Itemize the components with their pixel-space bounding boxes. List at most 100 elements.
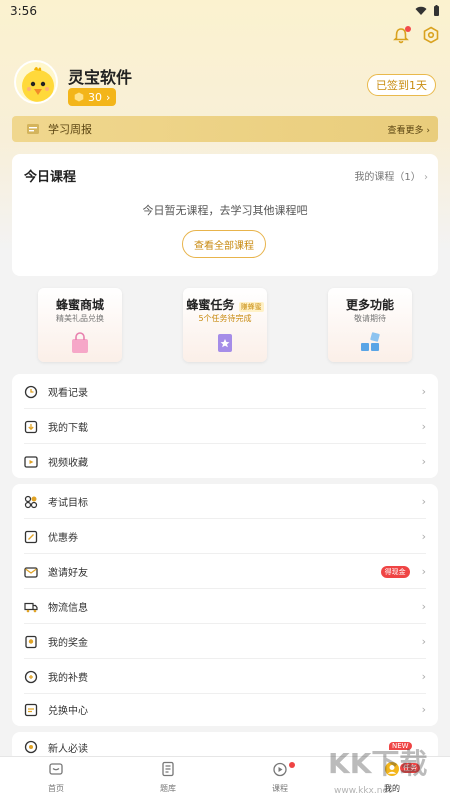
chevron-right-icon: › [424,172,428,183]
notification-dot [405,26,411,32]
menu-item-exchange-center[interactable]: 兑换中心 › [12,692,438,727]
exchange-icon [24,703,38,716]
menu-item-my-bonus[interactable]: 我的奖金 › [12,624,438,659]
chevron-right-icon: › [421,670,426,683]
points-value: 30 [88,90,102,104]
menu-item-label: 我的奖金 [48,638,88,649]
watermark-text: KK下载 [328,747,428,780]
weekly-report-more[interactable]: 查看更多 › [388,123,431,136]
chevron-right-icon: › [421,420,426,433]
chick-avatar-icon [22,67,54,102]
my-courses-link[interactable]: 我的课程（1） › [354,168,428,183]
task-card-icon [218,334,232,352]
home-icon [49,763,63,775]
menu-item-label: 我的补费 [48,673,88,684]
tile-title: 更多功能 [345,298,394,312]
menu-item-downloads[interactable]: 我的下载 › [12,409,438,444]
menu-group-2: 考试目标 › 优惠券 › 邀请好友 得现金 › 物流信息 › 我的奖金 › 我的… [12,484,438,726]
tab-question-bank[interactable]: 题库 [138,761,198,794]
chevron-right-icon: › [421,495,426,508]
checkin-button[interactable]: 已签到1天 [367,74,436,96]
bonus-icon [25,635,37,648]
menu-item-label: 优惠券 [48,533,78,544]
tile-subtitle: 5个任务待完成 [198,314,252,323]
blocks-icon [361,332,380,351]
tile-more-features[interactable]: 更多功能 敬请期待 [328,288,412,362]
tile-honey-task[interactable]: 蜂蜜任务 赚蜂蜜 5个任务待完成 [183,288,267,362]
weekly-report-banner[interactable]: 学习周报 查看更多 › [12,116,438,142]
my-courses-label: 我的课程（1） [354,172,421,183]
tile-title: 蜂蜜商城 [55,298,104,312]
history-icon [24,385,38,398]
course-empty-text: 今日暂无课程，去学习其他课程吧 [142,204,308,217]
status-icons [415,5,440,17]
menu-item-logistics[interactable]: 物流信息 › [12,589,438,624]
report-icon [27,124,39,134]
coupon-icon [24,530,38,543]
chevron-right-icon: › [421,530,426,543]
truck-icon [24,602,38,612]
menu-item-label: 物流信息 [48,603,88,614]
tile-subtitle: 敬请期待 [354,314,386,323]
points-chevron-icon: › [106,90,111,104]
avatar[interactable] [14,60,58,104]
invite-icon [24,566,38,578]
menu-group-1: 观看记录 › 我的下载 › 视频收藏 › [12,374,438,478]
weekly-more-label: 查看更多 [387,125,424,136]
notification-bell-icon[interactable] [392,26,411,44]
battery-icon [434,5,439,16]
user-name: 灵宝软件 [68,68,133,87]
watermark-url: www.kkx.net [334,786,392,796]
tile-title: 蜂蜜任务 赚蜂蜜 [183,296,267,313]
cash-badge: 得现金 [380,565,410,578]
menu-item-watch-history[interactable]: 观看记录 › [12,374,438,409]
tile-honey-mall[interactable]: 蜂蜜商城 精美礼品兑换 [38,288,122,362]
menu-item-label: 视频收藏 [48,458,88,469]
menu-item-label: 兑换中心 [48,706,88,717]
chevron-right-icon: › [421,703,426,716]
menu-item-label: 我的下载 [48,423,88,434]
top-actions [392,26,440,44]
tab-label: 题库 [160,784,176,793]
shopping-bag-icon [72,332,88,353]
course-icon [273,762,287,777]
wifi-icon [415,6,427,15]
earn-honey-tag: 赚蜂蜜 [238,302,264,312]
refund-icon [24,670,38,683]
settings-gear-icon[interactable] [422,26,440,44]
chevron-right-icon: › [421,600,426,613]
chevron-right-icon: › [421,385,426,398]
chevron-right-icon: › [421,635,426,648]
today-course-card: 今日课程 我的课程（1） › 今日暂无课程，去学习其他课程吧 查看全部课程 [12,154,438,276]
coin-icon [74,92,84,102]
chevron-right-icon: › [421,455,426,468]
question-bank-icon [162,761,174,777]
profile-section: 灵宝软件 30 › 已签到1天 [14,60,436,110]
menu-item-video-favorites[interactable]: 视频收藏 › [12,444,438,479]
points-badge[interactable]: 30 › [68,88,117,106]
target-icon [24,495,38,508]
view-all-courses-button[interactable]: 查看全部课程 [182,230,266,258]
video-favorite-icon [24,455,38,468]
menu-item-coupons[interactable]: 优惠券 › [12,519,438,554]
menu-item-my-refund[interactable]: 我的补费 › [12,659,438,694]
menu-item-invite-friends[interactable]: 邀请好友 得现金 › [12,554,438,589]
chevron-right-icon: › [421,565,426,578]
course-notification-dot [289,762,295,768]
tab-label: 课程 [272,784,288,793]
guide-icon [24,740,38,754]
tab-course[interactable]: 课程 [250,761,310,794]
tile-title-text: 蜂蜜任务 [186,298,235,312]
download-icon [24,420,38,433]
tab-label: 首页 [48,784,64,793]
weekly-report-label: 学习周报 [48,123,92,136]
tab-home[interactable]: 首页 [26,761,86,794]
menu-item-label: 观看记录 [48,388,88,399]
menu-item-exam-goal[interactable]: 考试目标 › [12,484,438,519]
menu-item-label: 考试目标 [48,498,88,509]
chevron-right-icon: › [426,125,430,136]
today-course-title: 今日课程 [24,170,77,185]
tile-subtitle: 精美礼品兑换 [56,314,104,323]
status-time: 3:56 [10,4,37,18]
menu-item-label: 邀请好友 [48,568,88,579]
